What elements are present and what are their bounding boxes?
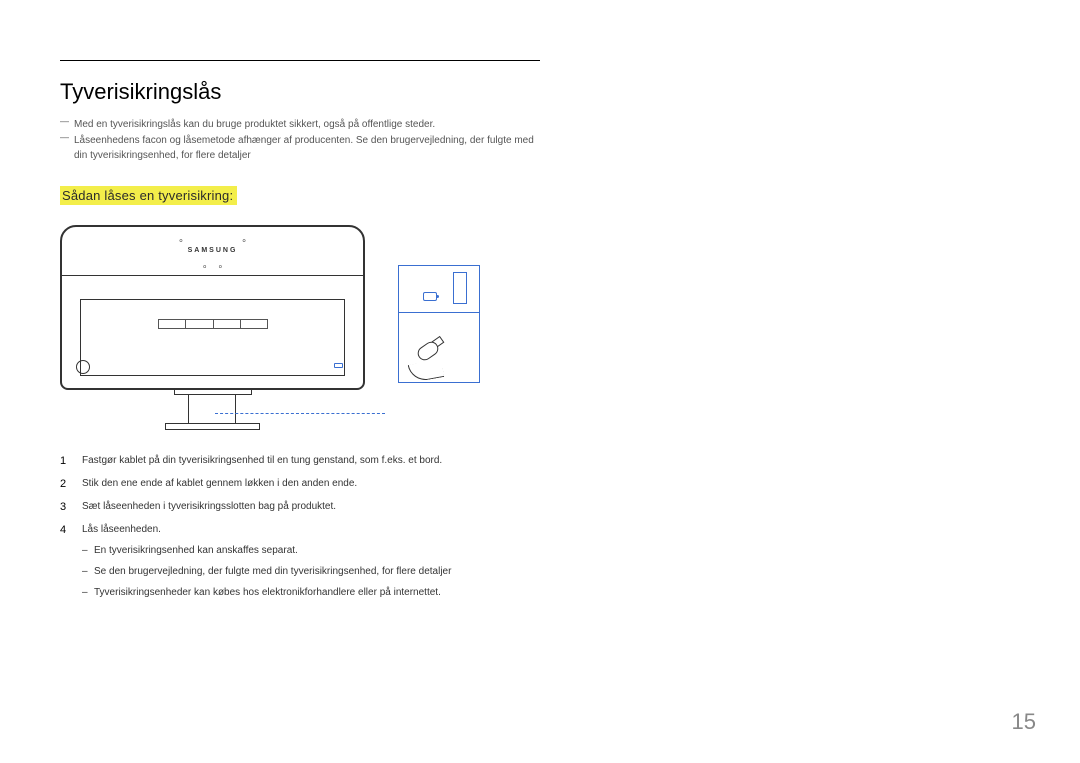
- callout-panel-edge: [453, 272, 467, 304]
- monitor-back-panel: [80, 299, 345, 376]
- step-item: Sæt låseenheden i tyverisikringsslotten …: [60, 498, 540, 515]
- monitor-body: ∘ ∘ SAMSUNG ∘ ∘: [60, 225, 365, 390]
- sub-list: En tyverisikringsenhed kan anskaffes sep…: [82, 542, 540, 601]
- sub-item: Tyverisikringsenheder kan købes hos elek…: [82, 584, 540, 601]
- content-column: Tyverisikringslås Med en tyverisikringsl…: [60, 60, 540, 601]
- section-title: Tyverisikringslås: [60, 79, 540, 105]
- step-text: Fastgør kablet på din tyverisikringsenhe…: [82, 455, 442, 466]
- callout-divider: [399, 312, 479, 313]
- monitor-stand-base: [165, 423, 260, 430]
- lock-guide-line: [215, 413, 385, 414]
- monitor-button-icon: [76, 360, 90, 374]
- note-item: Låseenhedens facon og låsemetode afhænge…: [68, 133, 540, 164]
- step-text: Sæt låseenheden i tyverisikringsslotten …: [82, 501, 336, 512]
- step-text: Lås låseenheden.: [82, 524, 161, 535]
- monitor-brand-label: SAMSUNG: [62, 247, 363, 254]
- note-item: Med en tyverisikringslås kan du bruge pr…: [68, 117, 540, 133]
- top-rule: [60, 60, 540, 61]
- page: Tyverisikringslås Med en tyverisikringsl…: [0, 0, 1080, 763]
- sub-item: En tyverisikringsenhed kan anskaffes sep…: [82, 542, 540, 559]
- step-item: Stik den ene ende af kablet gennem løkke…: [60, 475, 540, 492]
- sub-item: Se den brugervejledning, der fulgte med …: [82, 563, 540, 580]
- steps-list: Fastgør kablet på din tyverisikringsenhe…: [60, 452, 540, 601]
- monitor-curve-line: [62, 275, 363, 276]
- step-item: Fastgør kablet på din tyverisikringsenhe…: [60, 452, 540, 469]
- lock-plug-icon: [407, 334, 447, 374]
- kensington-slot-icon: [334, 363, 343, 368]
- monitor-top-dots: ∘ ∘: [62, 235, 363, 246]
- anti-theft-lock-diagram: ∘ ∘ SAMSUNG ∘ ∘: [60, 225, 480, 430]
- step-item: Lås låseenheden. En tyverisikringsenhed …: [60, 521, 540, 601]
- lock-callout-box: [398, 265, 480, 383]
- monitor-mid-dots: ∘ ∘: [62, 261, 363, 272]
- callout-slot-icon: [423, 292, 437, 301]
- monitor-port-area: [158, 319, 268, 329]
- page-number: 15: [1012, 709, 1036, 735]
- notes-block: Med en tyverisikringslås kan du bruge pr…: [60, 117, 540, 164]
- subheading-highlighted: Sådan låses en tyverisikring:: [60, 186, 237, 205]
- step-text: Stik den ene ende af kablet gennem løkke…: [82, 478, 357, 489]
